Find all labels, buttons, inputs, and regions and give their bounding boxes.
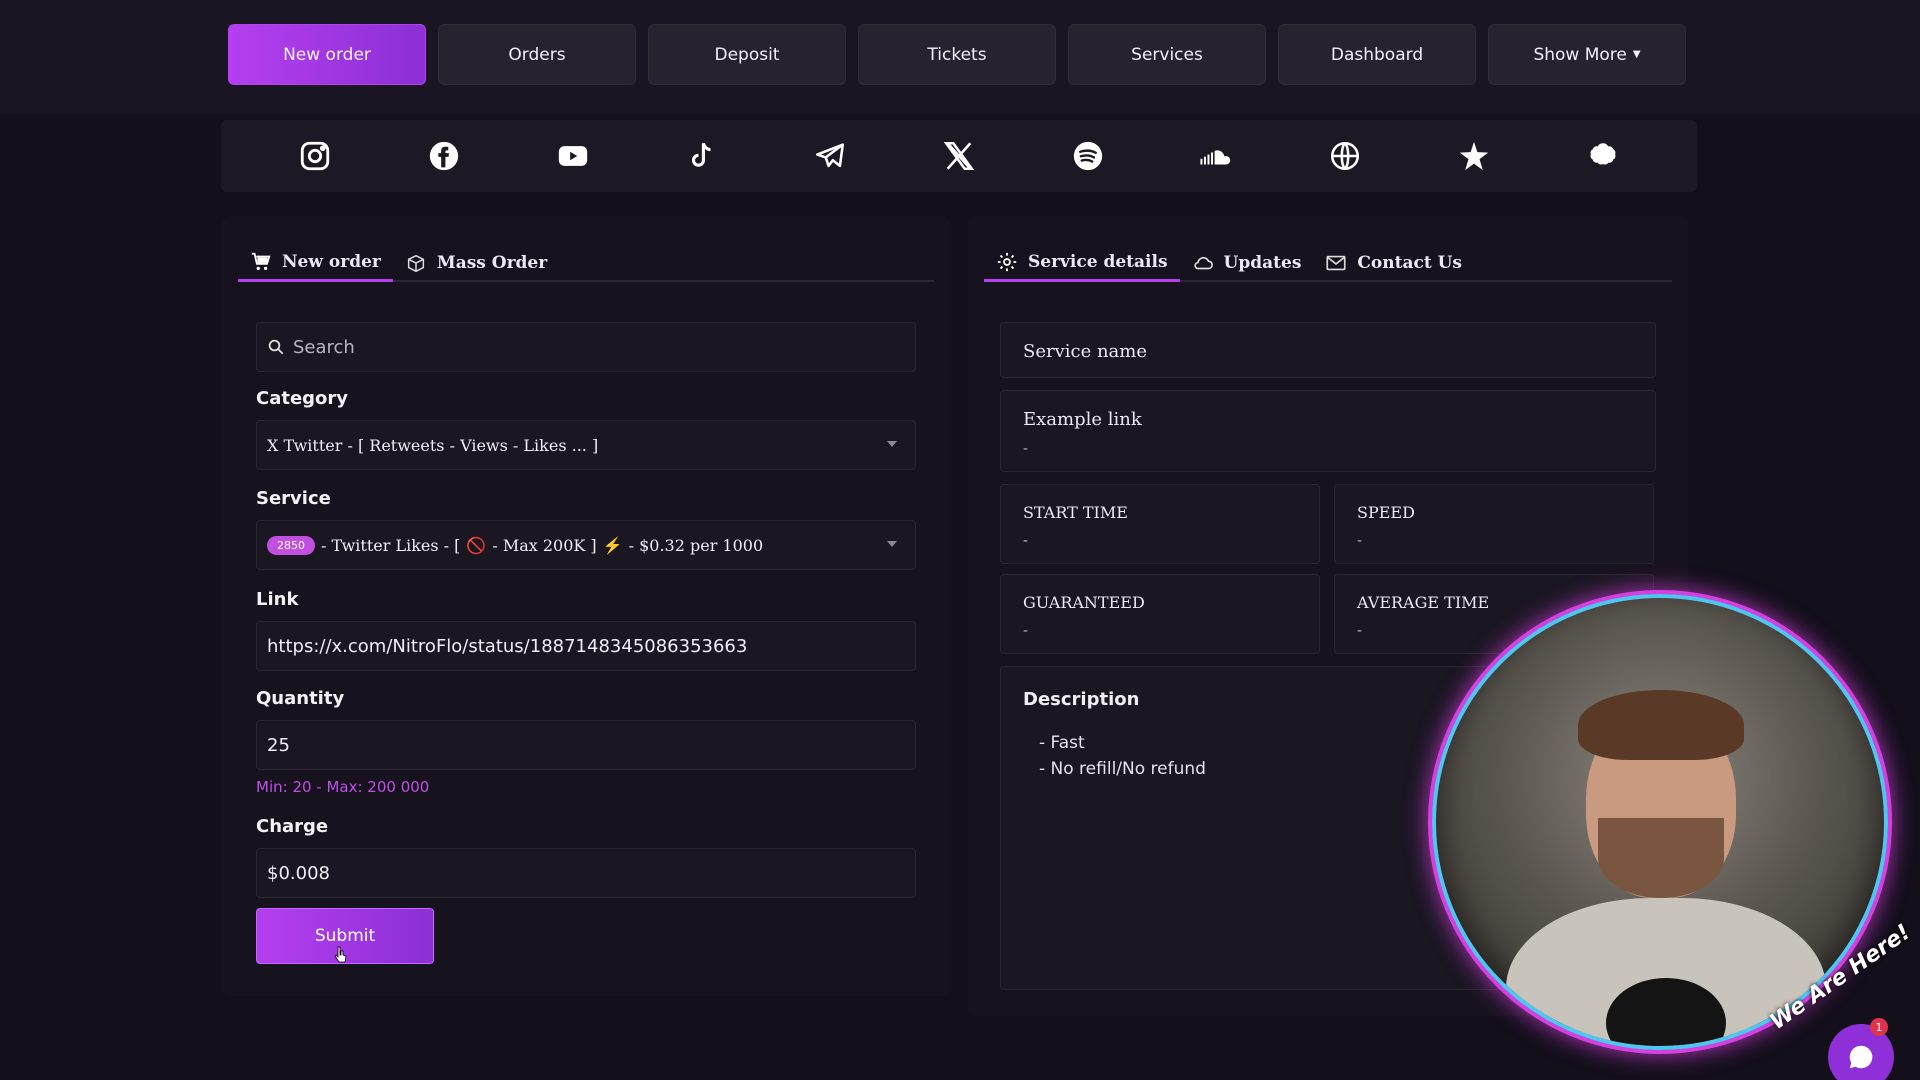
nav-label: Orders <box>508 44 566 65</box>
charge-field: $0.008 <box>256 848 916 898</box>
description-line: - Fast <box>1039 733 1085 753</box>
soundcloud-icon[interactable] <box>1196 136 1236 176</box>
guaranteed-label: GUARANTEED <box>1023 593 1145 612</box>
description-label: Description <box>1023 689 1140 710</box>
x-twitter-icon[interactable] <box>939 136 979 176</box>
speed-label: SPEED <box>1357 503 1415 522</box>
lightning-icon: ⚡ <box>602 535 623 555</box>
nav-orders[interactable]: Orders <box>438 24 636 85</box>
boxes-icon <box>407 254 424 273</box>
new-order-panel: New order Mass Order Search Category X T… <box>222 216 950 996</box>
service-id-badge: 2850 <box>267 535 315 555</box>
top-navigation-bar: New order Orders Deposit Tickets Service… <box>0 0 1920 114</box>
main-nav: New order Orders Deposit Tickets Service… <box>228 24 1686 85</box>
quantity-label: Quantity <box>256 688 345 709</box>
instagram-icon[interactable] <box>295 136 335 176</box>
details-tabs: Service details Updates Contact Us <box>984 244 1672 282</box>
link-label: Link <box>256 589 299 610</box>
guaranteed-value: - <box>1023 623 1029 639</box>
tab-label: Contact Us <box>1357 253 1463 273</box>
nav-label: New order <box>283 44 371 65</box>
tab-label: Service details <box>1028 251 1168 272</box>
start-time-value: - <box>1023 533 1029 549</box>
mouse-cursor-icon <box>334 946 347 963</box>
search-input[interactable]: Search <box>256 322 916 372</box>
quantity-limits: Min: 20 - Max: 200 000 <box>256 778 430 796</box>
webcam-hair <box>1578 690 1744 760</box>
prohibited-icon: 🚫 <box>466 535 487 555</box>
description-line: - No refill/No refund <box>1039 759 1206 779</box>
submit-label: Submit <box>314 926 376 946</box>
service-name-label: Service name <box>1023 341 1148 362</box>
example-link-box: Example link - <box>1000 390 1656 472</box>
social-platform-bar <box>221 120 1697 192</box>
average-time-value: - <box>1357 623 1363 639</box>
nav-label: Tickets <box>927 44 987 65</box>
link-input[interactable]: https://x.com/NitroFlo/status/1887148345… <box>256 621 916 671</box>
tab-service-details[interactable]: Service details <box>984 244 1180 282</box>
start-time-label: START TIME <box>1023 503 1128 522</box>
search-placeholder: Search <box>293 336 355 358</box>
gear-icon <box>997 252 1017 271</box>
service-text-a: - Twitter Likes - [ <box>321 535 461 555</box>
nav-show-more[interactable]: Show More ▼ <box>1488 24 1686 85</box>
average-time-label: AVERAGE TIME <box>1357 593 1490 612</box>
start-time-box: START TIME - <box>1000 484 1320 564</box>
facebook-icon[interactable] <box>424 136 464 176</box>
other-icon[interactable] <box>1583 136 1623 176</box>
nav-dashboard[interactable]: Dashboard <box>1278 24 1476 85</box>
quantity-value: 25 <box>267 734 290 756</box>
tab-mass-order[interactable]: Mass Order <box>393 244 559 282</box>
chat-notification-badge: 1 <box>1870 1018 1888 1036</box>
order-tabs: New order Mass Order <box>238 244 934 282</box>
speed-value: - <box>1357 533 1363 549</box>
nav-label: Deposit <box>714 44 780 65</box>
service-text-b: - Max 200K ] <box>492 535 597 555</box>
category-select[interactable]: X Twitter - [ Retweets - Views - Likes .… <box>256 420 916 470</box>
nav-tickets[interactable]: Tickets <box>858 24 1056 85</box>
charge-label: Charge <box>256 816 329 837</box>
service-text-c: - $0.32 per 1000 <box>628 535 764 555</box>
guaranteed-box: GUARANTEED - <box>1000 574 1320 654</box>
category-label: Category <box>256 388 349 409</box>
telegram-icon[interactable] <box>810 136 850 176</box>
cloud-icon <box>1193 256 1213 270</box>
speed-box: SPEED - <box>1334 484 1654 564</box>
tab-contact-us[interactable]: Contact Us <box>1313 244 1474 282</box>
chevron-down-icon: ▼ <box>1632 49 1641 60</box>
youtube-icon[interactable] <box>553 136 593 176</box>
nav-label: Show More <box>1533 44 1627 65</box>
charge-value: $0.008 <box>267 862 330 884</box>
service-name-box: Service name <box>1000 322 1656 378</box>
nav-deposit[interactable]: Deposit <box>648 24 846 85</box>
category-value: X Twitter - [ Retweets - Views - Likes .… <box>267 435 599 455</box>
nav-label: Dashboard <box>1330 44 1424 65</box>
nav-new-order[interactable]: New order <box>228 24 426 85</box>
nav-services[interactable]: Services <box>1068 24 1266 85</box>
tab-updates[interactable]: Updates <box>1180 244 1314 282</box>
tab-label: Mass Order <box>436 253 548 273</box>
link-value: https://x.com/NitroFlo/status/1887148345… <box>267 635 748 657</box>
spotify-icon[interactable] <box>1068 136 1108 176</box>
chevron-down-icon <box>887 541 897 547</box>
example-link-value: - <box>1023 441 1029 457</box>
star-icon[interactable] <box>1454 136 1494 176</box>
search-icon <box>268 339 284 355</box>
webcam-beard <box>1598 818 1724 898</box>
globe-icon[interactable] <box>1325 136 1365 176</box>
cart-icon <box>251 252 271 270</box>
quantity-input[interactable]: 25 <box>256 720 916 770</box>
chevron-down-icon <box>887 441 897 447</box>
tab-new-order[interactable]: New order <box>238 244 393 282</box>
service-label: Service <box>256 488 331 509</box>
service-select[interactable]: 2850 - Twitter Likes - [ 🚫 - Max 200K ] … <box>256 520 916 570</box>
envelope-icon <box>1326 255 1346 271</box>
chat-bubble-icon <box>1849 1045 1873 1069</box>
tiktok-icon[interactable] <box>682 136 722 176</box>
example-link-label: Example link <box>1023 409 1142 430</box>
tab-label: New order <box>282 251 381 272</box>
nav-label: Services <box>1131 44 1203 65</box>
tab-label: Updates <box>1223 253 1302 273</box>
